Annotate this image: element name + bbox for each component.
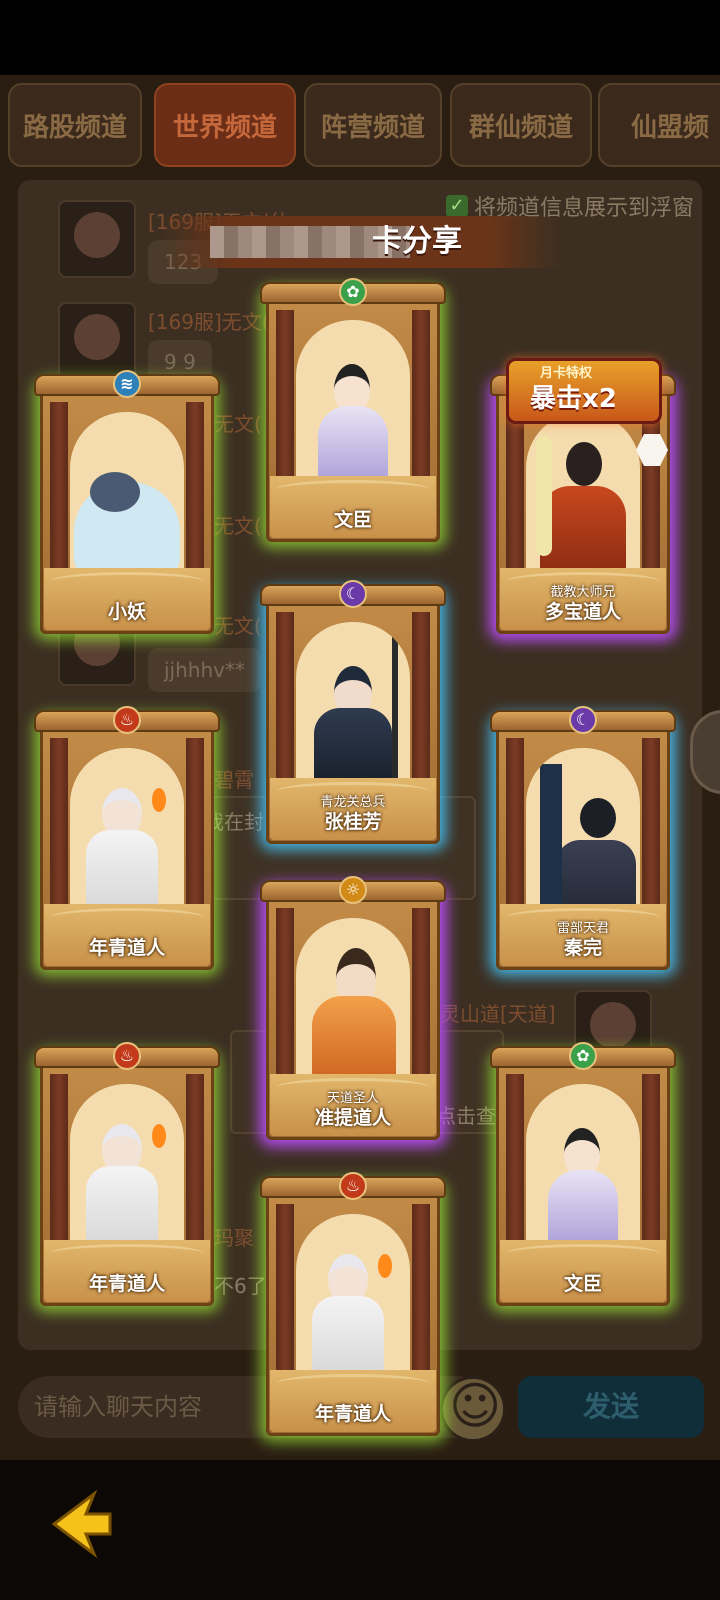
check-icon[interactable]: ✓ <box>446 195 468 217</box>
hero-name: 小妖 <box>107 601 146 623</box>
hero-card[interactable]: ✿ 文臣 <box>490 1042 676 1306</box>
hero-card[interactable]: ☼ 天道圣人 准提道人 <box>260 876 446 1140</box>
badge-crit: 暴击x2 <box>530 384 617 414</box>
hero-name: 文臣 <box>563 1273 602 1295</box>
chat-message: 不6了 <box>214 1274 267 1298</box>
hero-name: 张桂芳 <box>324 811 382 833</box>
hero-name: 文臣 <box>333 509 372 531</box>
fire-element-icon: ♨ <box>113 1042 141 1070</box>
avatar[interactable] <box>58 200 136 278</box>
chat-bubble: jjhhhv** <box>148 648 261 692</box>
send-button[interactable]: 发送 <box>518 1376 704 1438</box>
chat-name: 灵山道[天道] <box>440 1002 556 1026</box>
tab-label: 群仙频道 <box>468 112 573 143</box>
chat-name: 碧霄 <box>214 768 254 792</box>
tab-0[interactable]: 路股频道 <box>8 83 142 167</box>
tab-alliance[interactable]: 仙盟频 <box>598 83 720 167</box>
tab-label: 仙盟频 <box>630 112 709 143</box>
hero-card[interactable]: ♨ 年青道人 <box>34 1042 220 1306</box>
share-title: 卡分享 <box>372 224 462 259</box>
water-element-icon: ≋ <box>113 370 141 398</box>
hero-card[interactable]: ♨ 年青道人 <box>34 706 220 970</box>
hero-name: 年青道人 <box>88 937 165 959</box>
wood-element-icon: ✿ <box>569 1042 597 1070</box>
tab-label: 世界频道 <box>172 112 277 143</box>
fire-element-icon: ♨ <box>339 1172 367 1200</box>
moon-element-icon: ☾ <box>569 706 597 734</box>
chat-name: [169服]无文( <box>148 310 270 334</box>
avatar[interactable] <box>58 302 136 380</box>
chat-name: 无文( <box>214 412 262 436</box>
hero-name: 多宝道人 <box>544 601 621 623</box>
fire-element-icon: ♨ <box>113 706 141 734</box>
hero-card[interactable]: ≋ 小妖 <box>34 370 220 634</box>
hero-name: 准提道人 <box>314 1107 391 1129</box>
hero-card[interactable]: ☾ 雷部天君 秦完 <box>490 706 676 970</box>
hero-name: 年青道人 <box>88 1273 165 1295</box>
hero-card[interactable]: ☾ 青龙关总兵 张桂芳 <box>260 580 446 844</box>
chat-name: 无文( <box>214 614 262 638</box>
hero-card[interactable]: ♨ 年青道人 <box>260 1172 446 1436</box>
wood-element-icon: ✿ <box>339 278 367 306</box>
sun-element-icon: ☼ <box>339 876 367 904</box>
hero-card[interactable]: ✿ 文臣 <box>260 278 446 542</box>
tab-world[interactable]: 世界频道 <box>154 83 296 167</box>
emoji-icon[interactable] <box>440 1376 506 1442</box>
back-arrow-icon[interactable] <box>36 1488 116 1560</box>
hero-name: 秦完 <box>563 937 602 959</box>
tab-camp[interactable]: 阵营频道 <box>304 83 442 167</box>
tab-label: 阵营频道 <box>320 112 425 143</box>
chat-name: 玛聚 <box>214 1226 254 1250</box>
chat-name: 无文( <box>214 514 262 538</box>
moon-element-icon: ☾ <box>339 580 367 608</box>
hero-name: 年青道人 <box>314 1403 391 1425</box>
tab-immortals[interactable]: 群仙频道 <box>450 83 592 167</box>
tab-label: 路股频道 <box>22 112 127 143</box>
